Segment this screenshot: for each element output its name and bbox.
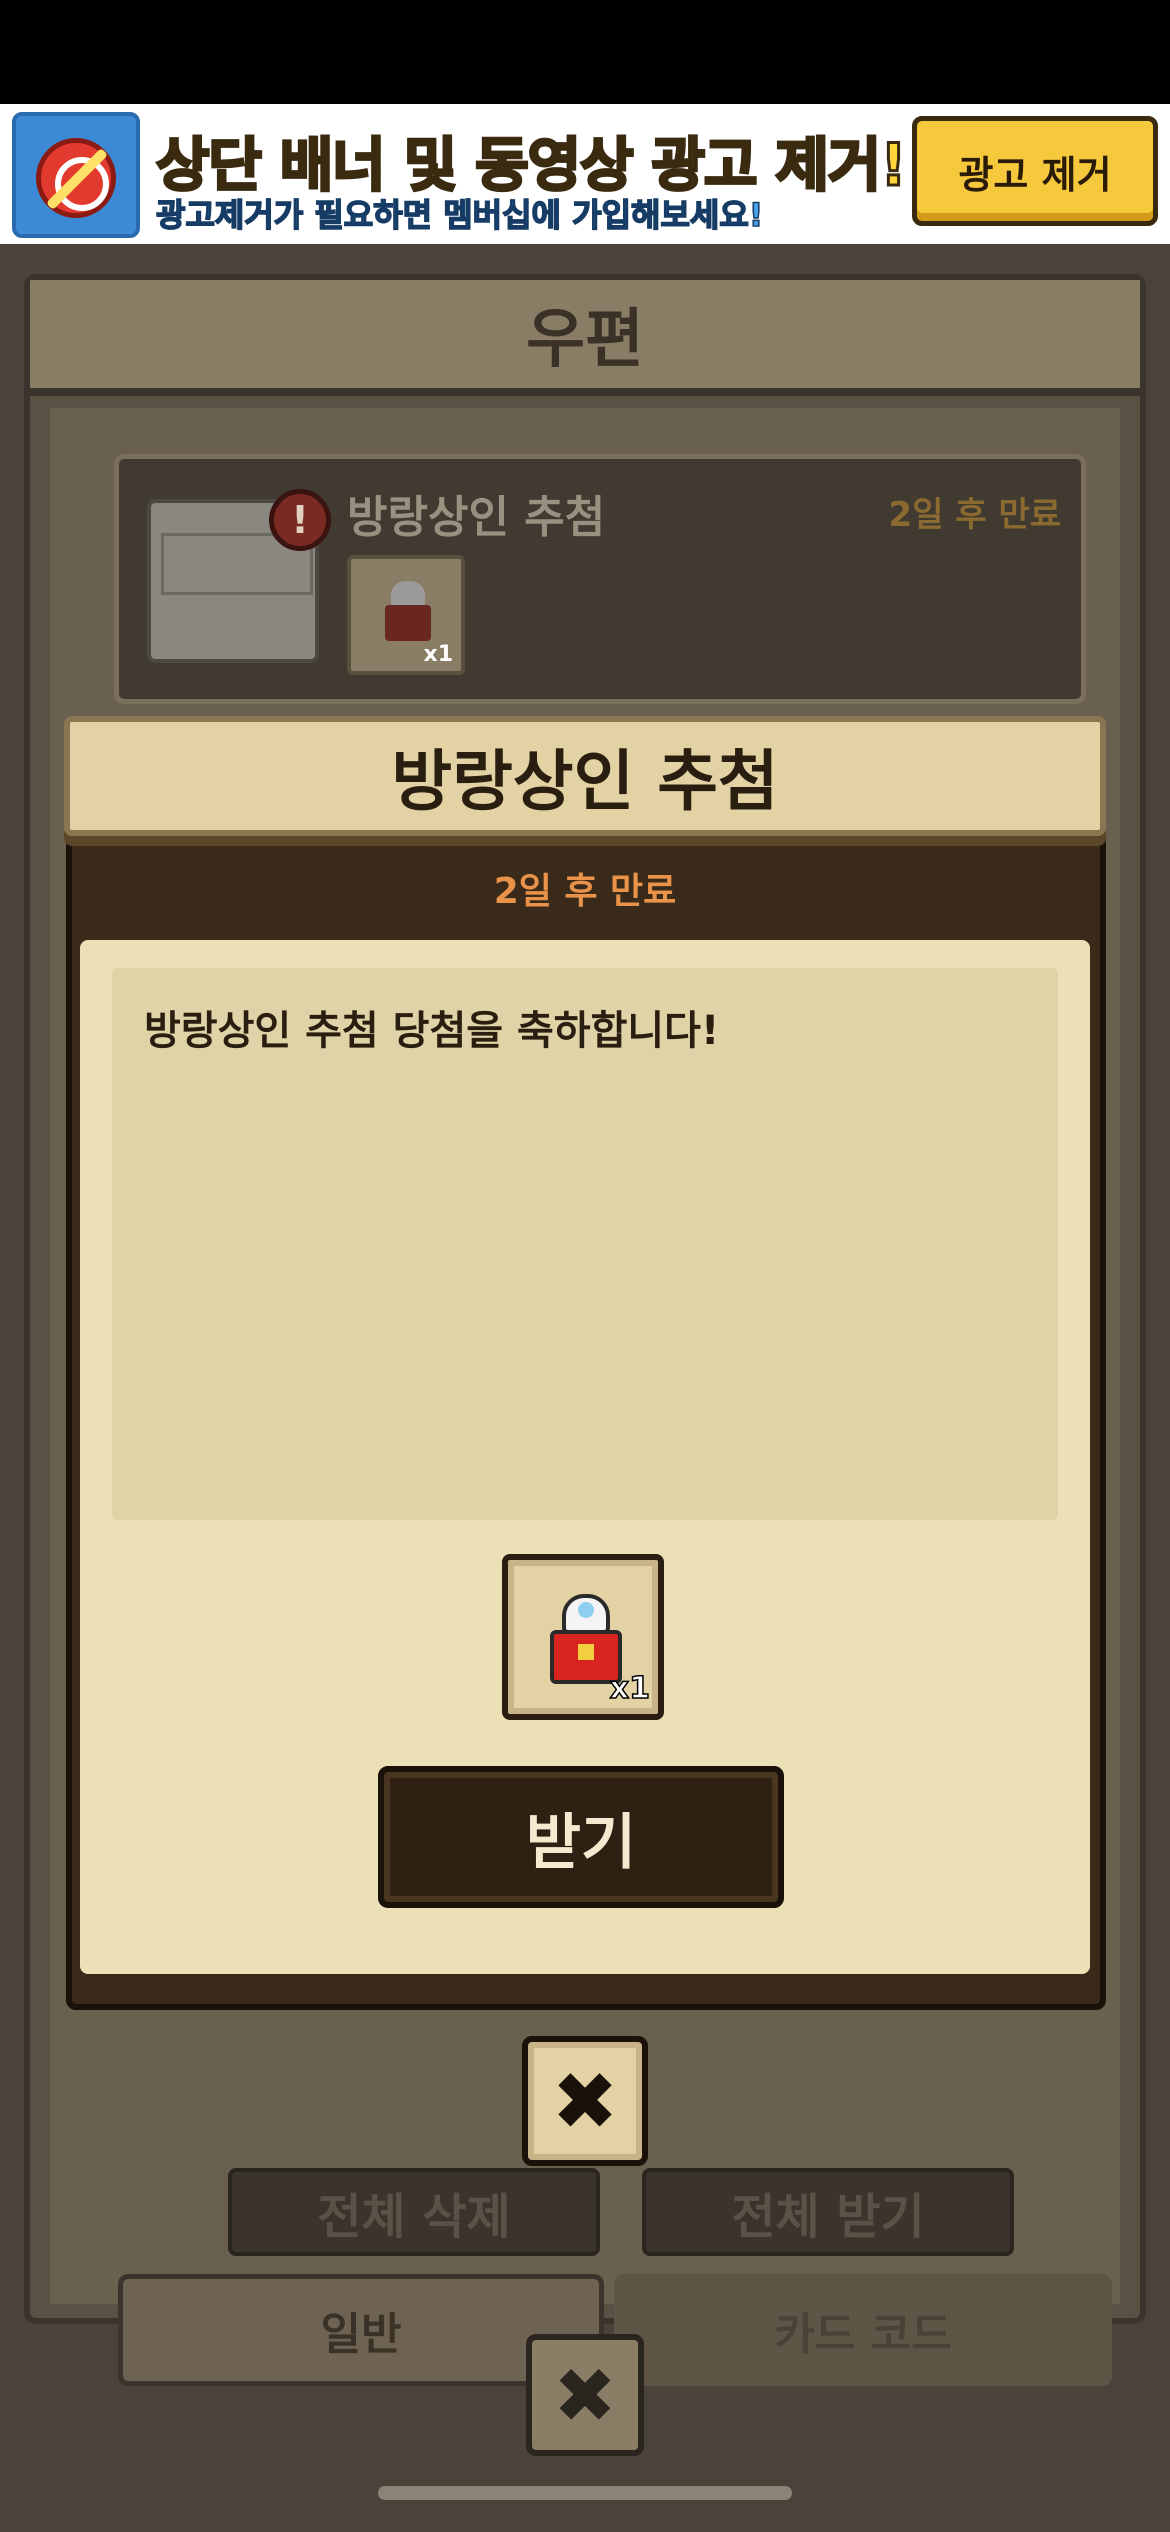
message-box: 방랑상인 추첨 당첨을 축하합니다!: [112, 968, 1058, 1520]
remove-ads-button[interactable]: 광고 제거: [912, 116, 1158, 226]
mail-item-title: 방랑상인 추첨: [347, 492, 606, 543]
reward-item[interactable]: x1: [502, 1554, 664, 1720]
mail-close-icon[interactable]: ✖: [526, 2334, 644, 2456]
merchant-sprite-icon: [381, 581, 435, 645]
popup-content: 방랑상인 추첨 당첨을 축하합니다! x1 받기: [80, 940, 1090, 1974]
message-text: 방랑상인 추첨 당첨을 축하합니다!: [144, 1008, 720, 1054]
ad-banner[interactable]: 상단 배너 및 동영상 광고 제거! 광고제거가 필요하면 멤버십에 가입해보세…: [0, 104, 1170, 244]
tab-card-code[interactable]: 카드 코드: [614, 2274, 1112, 2386]
mail-list-item[interactable]: ! 방랑상인 추첨 2일 후 만료 x1: [114, 454, 1086, 704]
mail-item-expiry: 2일 후 만료: [888, 495, 1061, 535]
alert-icon: !: [269, 489, 331, 551]
mail-item-reward: x1: [347, 555, 465, 675]
popup-expiry: 2일 후 만료: [493, 871, 677, 912]
home-indicator: [378, 2486, 792, 2500]
receive-all-button[interactable]: 전체 받기: [642, 2168, 1014, 2256]
no-ads-clock-icon: [12, 112, 140, 238]
ad-subtitle: 광고제거가 필요하면 멤버십에 가입해보세요!: [155, 195, 764, 235]
close-icon[interactable]: ✖: [522, 2036, 648, 2166]
mail-actions: 전체 삭제 전체 받기: [228, 2168, 1014, 2256]
mail-window-title: 우편: [30, 280, 1140, 396]
delete-all-button[interactable]: 전체 삭제: [228, 2168, 600, 2256]
reward-quantity: x1: [609, 1670, 651, 1707]
status-bar: [0, 0, 1170, 104]
popup-title: 방랑상인 추첨: [64, 716, 1106, 836]
mail-detail-popup: 방랑상인 추첨 2일 후 만료 방랑상인 추첨 당첨을 축하합니다! x1 받기: [64, 716, 1106, 2012]
reward-quantity: x1: [423, 642, 454, 667]
claim-button[interactable]: 받기: [378, 1766, 784, 1908]
